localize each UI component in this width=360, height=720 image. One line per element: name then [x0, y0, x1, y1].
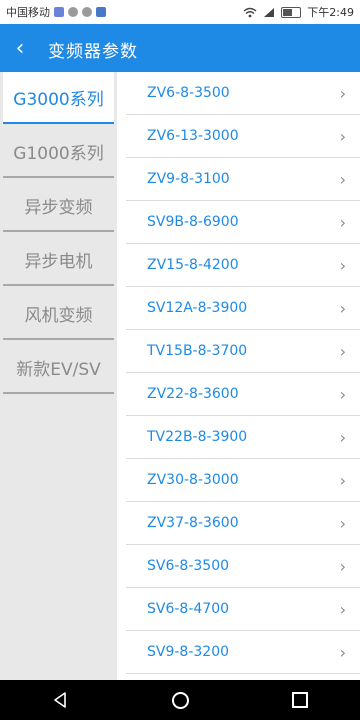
home-circle-icon	[171, 691, 189, 709]
status-bar: 中国移动 下午2:49	[0, 0, 360, 24]
list-item-label: ZV30-8-3000	[147, 472, 239, 488]
sidebar-item-label: 风机变频	[24, 305, 93, 326]
chevron-right-icon: ›	[339, 642, 346, 662]
carrier-label: 中国移动	[6, 6, 50, 19]
status-time: 下午2:49	[307, 6, 354, 19]
list-item[interactable]: TV15B-8-3700 ›	[126, 330, 360, 373]
chevron-right-icon: ›	[339, 513, 346, 533]
chevron-right-icon: ›	[339, 341, 346, 361]
model-list: ZV6-8-3500 › ZV6-13-3000 › ZV9-8-3100 › SV9B-8…	[126, 72, 360, 680]
list-item-label: ZV22-8-3600	[147, 386, 239, 402]
page-title: 变频器参数	[48, 42, 138, 62]
chevron-right-icon: ›	[339, 169, 346, 189]
category-sidebar: G3000系列 G1000系列 异步变频 异步电机 风机变频 新款EV/SV	[0, 72, 117, 680]
sidebar-item-label: 异步电机	[24, 251, 93, 272]
list-item-label: SV12A-8-3900	[147, 300, 248, 316]
chevron-right-icon: ›	[339, 556, 346, 576]
sidebar-item-label: 异步变频	[24, 197, 93, 218]
sidebar-item-g3000[interactable]: G3000系列	[3, 72, 114, 124]
signal-icon	[264, 7, 275, 17]
chevron-right-icon: ›	[339, 599, 346, 619]
sidebar-item-g1000[interactable]: G1000系列	[3, 126, 114, 178]
chevron-right-icon: ›	[339, 83, 346, 103]
list-item[interactable]: ZV30-8-3000 ›	[126, 459, 360, 502]
list-item[interactable]: ZV9-8-3100 ›	[126, 158, 360, 201]
sidebar-item-new-ev-sv[interactable]: 新款EV/SV	[3, 342, 114, 394]
list-item-label: TV22B-8-3900	[147, 429, 248, 445]
chevron-right-icon: ›	[339, 427, 346, 447]
chevron-right-icon: ›	[339, 255, 346, 275]
sidebar-item-async-motor[interactable]: 异步电机	[3, 234, 114, 286]
chevron-right-icon: ›	[339, 126, 346, 146]
list-item[interactable]: SV6-8-3500 ›	[126, 545, 360, 588]
nav-back-button[interactable]	[30, 680, 90, 720]
recent-square-icon	[292, 692, 308, 708]
list-item[interactable]: SV9-8-3200 ›	[126, 631, 360, 674]
list-item[interactable]: SV6-8-4700 ›	[126, 588, 360, 631]
cloud-icon	[68, 7, 78, 17]
back-button[interactable]: ‹	[0, 24, 40, 72]
sidebar-item-label: 新款EV/SV	[16, 359, 101, 380]
app-bar: ‹ 变频器参数	[0, 24, 360, 72]
system-nav-bar	[0, 680, 360, 720]
list-item-label: SV6-8-3500	[147, 558, 230, 574]
chevron-right-icon: ›	[339, 212, 346, 232]
sidebar-item-label: G1000系列	[13, 143, 104, 164]
list-item-label: SV6-8-4700	[147, 601, 230, 617]
list-item-label: ZV6-8-3500	[147, 85, 230, 101]
status-right: 下午2:49	[243, 4, 354, 20]
back-triangle-icon	[54, 692, 66, 708]
back-chevron-icon: ‹	[15, 35, 25, 61]
list-item-label: TV15B-8-3700	[147, 343, 248, 359]
chevron-right-icon: ›	[339, 298, 346, 318]
list-item-label: ZV6-13-3000	[147, 128, 239, 144]
chevron-right-icon: ›	[339, 384, 346, 404]
wifi-icon	[243, 7, 257, 17]
sidebar-item-label: G3000系列	[13, 89, 104, 110]
nav-recent-button[interactable]	[270, 680, 330, 720]
list-item[interactable]: ZV22-8-3600 ›	[126, 373, 360, 416]
list-item[interactable]: ZV6-8-3500 ›	[126, 72, 360, 115]
list-item[interactable]: ZV15-8-4200 ›	[126, 244, 360, 287]
list-item[interactable]: ZV6-13-3000 ›	[126, 115, 360, 158]
nav-home-button[interactable]	[150, 680, 210, 720]
message-icon	[82, 7, 92, 17]
list-item-label: SV9-8-3200	[147, 644, 230, 660]
list-item[interactable]: ZV37-8-3600 ›	[126, 502, 360, 545]
list-item[interactable]: SV12A-8-3900 ›	[126, 287, 360, 330]
list-item-label: ZV15-8-4200	[147, 257, 239, 273]
list-item-label: SV9B-8-6900	[147, 214, 239, 230]
notification-icon	[54, 7, 64, 17]
list-item[interactable]: SV9B-8-6900 ›	[126, 201, 360, 244]
list-item-label: ZV37-8-3600	[147, 515, 239, 531]
list-item[interactable]: TV22B-8-3900 ›	[126, 416, 360, 459]
sidebar-item-async-inverter[interactable]: 异步变频	[3, 180, 114, 232]
app-icon	[96, 7, 106, 17]
sidebar-item-fan-inverter[interactable]: 风机变频	[3, 288, 114, 340]
list-item-label: ZV9-8-3100	[147, 171, 230, 187]
status-left: 中国移动	[6, 4, 106, 20]
battery-icon	[281, 6, 302, 18]
chevron-right-icon: ›	[339, 470, 346, 490]
